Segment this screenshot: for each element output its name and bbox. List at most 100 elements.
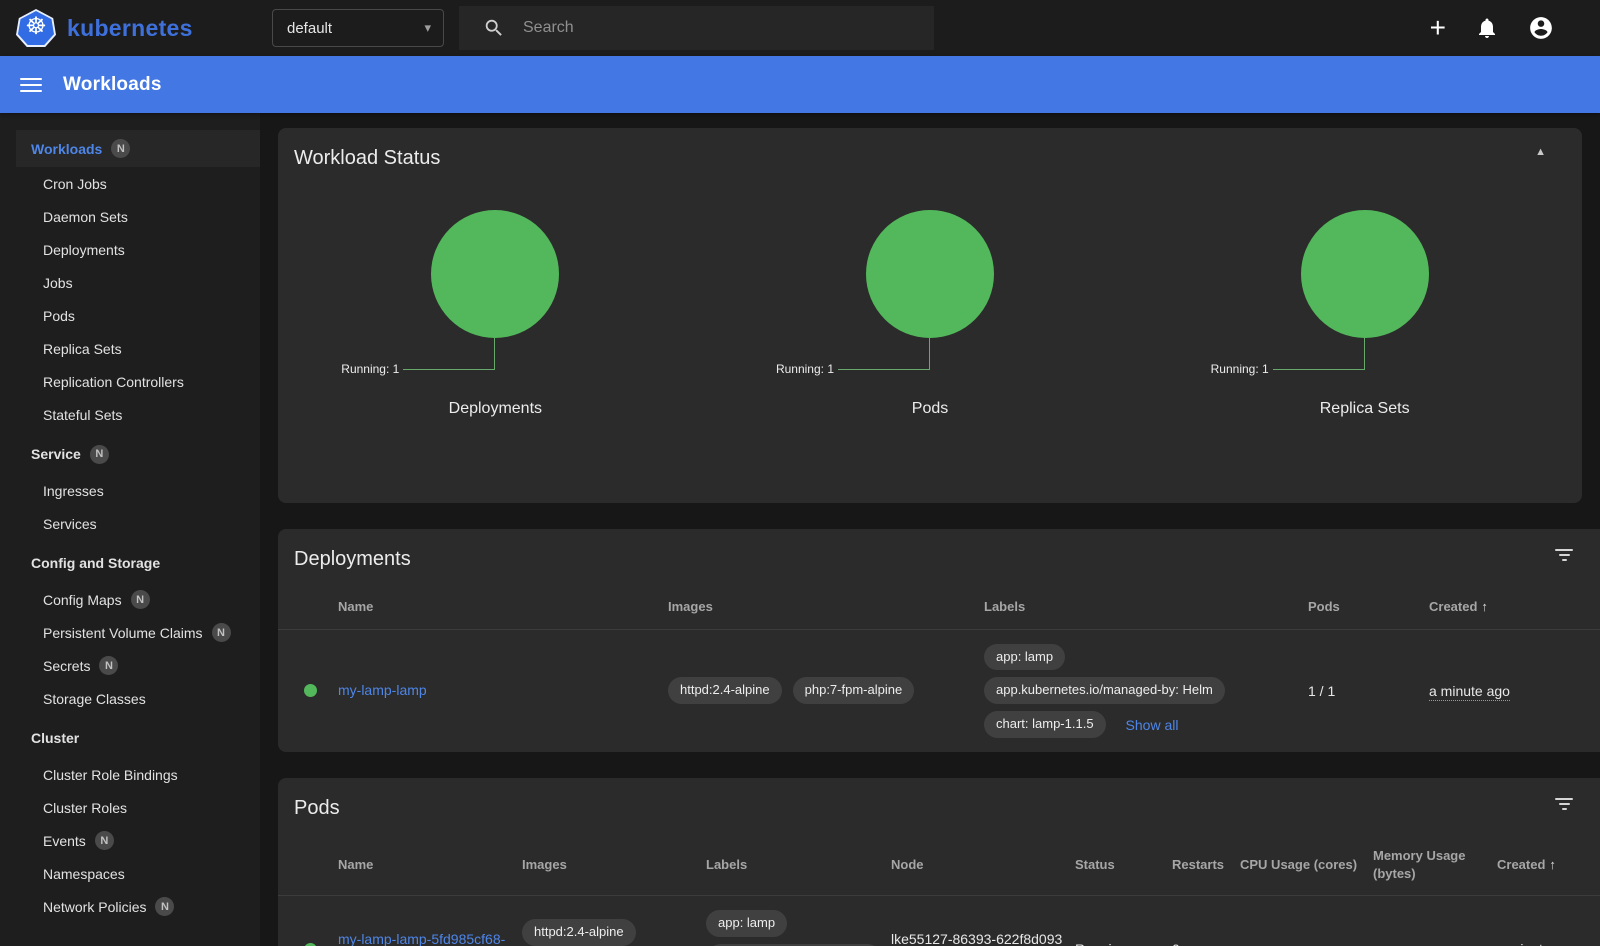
filter-list-icon[interactable]: [1551, 794, 1577, 814]
sidebar-item-replication-controllers[interactable]: Replication Controllers: [0, 365, 260, 398]
status-ok-icon: [304, 684, 317, 697]
pods-title: Pods: [294, 797, 340, 820]
page-toolbar: Workloads: [0, 56, 1600, 113]
sidebar-item-label: Deployments: [43, 242, 125, 258]
workload-chart-pods: Running: 1Pods: [713, 210, 1148, 440]
account-circle-icon[interactable]: [1528, 15, 1554, 41]
column-header-restarts[interactable]: Restarts: [1172, 843, 1240, 887]
label-chip: app: lamp: [984, 644, 1065, 671]
pie-chart-pods: [866, 210, 994, 338]
hamburger-menu-icon[interactable]: [20, 78, 42, 92]
sidebar-item-cluster-role-bindings[interactable]: Cluster Role Bindings: [0, 758, 260, 791]
workload-chart-replica-sets: Running: 1Replica Sets: [1147, 210, 1582, 440]
restarts-cell: 0: [1172, 927, 1240, 946]
column-header-memory-usage-bytes[interactable]: Memory Usage (bytes): [1373, 834, 1497, 895]
sidebar-item-config-and-storage[interactable]: Config and Storage: [0, 543, 260, 583]
status-cell: [278, 670, 338, 711]
search-icon: [483, 17, 505, 39]
memory-usage-cell: -: [1373, 927, 1497, 946]
sidebar-item-replica-sets[interactable]: Replica Sets: [0, 332, 260, 365]
labels-cell: app: lamppod-template-hash: 5fd985cf68: [706, 896, 891, 946]
column-header-pods[interactable]: Pods: [1308, 585, 1429, 629]
sidebar-item-label: Service: [31, 446, 81, 462]
column-header-node[interactable]: Node: [891, 843, 1075, 887]
sidebar-item-daemon-sets[interactable]: Daemon Sets: [0, 200, 260, 233]
sidebar-item-deployments[interactable]: Deployments: [0, 233, 260, 266]
namespace-selector[interactable]: default ▾: [272, 9, 444, 47]
workload-status-charts: Running: 1DeploymentsRunning: 1PodsRunni…: [278, 184, 1582, 440]
create-resource-button[interactable]: +: [1430, 16, 1446, 40]
sidebar-item-label: Namespaces: [43, 866, 125, 882]
sidebar-item-persistent-volume-claims[interactable]: Persistent Volume Claims N: [0, 616, 260, 649]
kubernetes-dashboard: ☸ kubernetes default ▾ + Workloads: [0, 0, 1600, 946]
callout-line: [1364, 338, 1365, 370]
sidebar-item-workloads[interactable]: WorkloadsN: [16, 130, 260, 167]
search-bar[interactable]: [459, 6, 934, 50]
sidebar-item-label: Pods: [43, 308, 75, 324]
brand-home-link[interactable]: ☸ kubernetes: [0, 9, 272, 47]
workload-chart-deployments: Running: 1Deployments: [278, 210, 713, 440]
filter-list-icon[interactable]: [1551, 545, 1577, 565]
sidebar-item-service[interactable]: ServiceN: [0, 434, 260, 474]
new-badge: N: [212, 623, 231, 642]
label-chip: chart: lamp-1.1.5: [984, 711, 1106, 738]
column-header-created[interactable]: Created↑: [1497, 843, 1600, 887]
sidebar-item-network-policies[interactable]: Network PoliciesN: [0, 890, 260, 923]
deployment-name-link[interactable]: my-lamp-lamp: [338, 681, 427, 700]
sidebar-item-label: Events: [43, 833, 86, 849]
callout-line: [838, 369, 930, 370]
sidebar-item-cluster[interactable]: Cluster: [0, 718, 260, 758]
sidebar-item-label: Replica Sets: [43, 341, 122, 357]
created-cell: a minute ago: [1429, 669, 1600, 713]
show-all-link[interactable]: Show all: [1126, 717, 1179, 733]
sidebar-item-label: Ingresses: [43, 483, 104, 499]
chart-title: Deployments: [345, 400, 645, 418]
column-header-images[interactable]: Images: [522, 843, 706, 887]
sidebar-item-ingresses[interactable]: Ingresses: [0, 474, 260, 507]
sidebar-item-cluster-roles[interactable]: Cluster Roles: [0, 791, 260, 824]
callout-line: [403, 369, 495, 370]
sidebar-item-storage-classes[interactable]: Storage Classes: [0, 682, 260, 715]
sidebar-item-jobs[interactable]: Jobs: [0, 266, 260, 299]
labels-cell: app: lampapp.kubernetes.io/managed-by: H…: [984, 630, 1308, 753]
workload-status-title: Workload Status: [294, 147, 440, 170]
created-cell: a minute ago: [1497, 927, 1600, 946]
sidebar-item-services[interactable]: Services: [0, 507, 260, 540]
column-header-cpu-usage-cores[interactable]: CPU Usage (cores): [1240, 843, 1373, 887]
notifications-bell-icon[interactable]: [1475, 16, 1499, 40]
column-header-created[interactable]: Created↑: [1429, 585, 1600, 629]
column-header-labels[interactable]: Labels: [984, 585, 1308, 629]
sidebar-item-label: Network Policies: [43, 899, 146, 915]
sidebar-item-pods[interactable]: Pods: [0, 299, 260, 332]
sidebar-item-label: Cron Jobs: [43, 176, 107, 192]
topbar-actions: +: [1430, 15, 1554, 41]
sidebar-item-label: Persistent Volume Claims: [43, 625, 203, 641]
deployments-table: NameImagesLabelsPodsCreated↑ my-lamp-lamp…: [278, 585, 1600, 752]
deployment-row: my-lamp-lamphttpd:2.4-alpinephp:7-fpm-al…: [278, 630, 1600, 753]
sidebar-item-stateful-sets[interactable]: Stateful Sets: [0, 398, 260, 431]
pod-name-link[interactable]: my-lamp-lamp-5fd985cf68-jwvz4: [338, 930, 508, 946]
sidebar-item-label: Cluster Roles: [43, 800, 127, 816]
sidebar-item-config-maps[interactable]: Config MapsN: [0, 583, 260, 616]
sidebar-item-secrets[interactable]: SecretsN: [0, 649, 260, 682]
name-cell: my-lamp-lamp: [338, 667, 668, 714]
deployments-title: Deployments: [294, 548, 411, 571]
deployments-card: Deployments NameImagesLabelsPodsCreated↑…: [278, 529, 1600, 752]
sidebar-item-events[interactable]: EventsN: [0, 824, 260, 857]
column-header-labels[interactable]: Labels: [706, 843, 891, 887]
top-app-bar: ☸ kubernetes default ▾ +: [0, 0, 1600, 56]
sidebar-item-label: Config Maps: [43, 592, 122, 608]
created-ago-text: a minute ago: [1429, 683, 1510, 701]
cpu-usage-cell: -: [1240, 927, 1373, 946]
column-header-status[interactable]: Status: [1075, 843, 1172, 887]
collapse-up-icon[interactable]: ▲: [1531, 142, 1550, 162]
column-header-name[interactable]: Name: [338, 585, 668, 629]
chart-title: Replica Sets: [1215, 400, 1515, 418]
sidebar-item-label: Stateful Sets: [43, 407, 122, 423]
column-header-images[interactable]: Images: [668, 585, 984, 629]
sidebar-item-namespaces[interactable]: Namespaces: [0, 857, 260, 890]
image-chip: httpd:2.4-alpine: [668, 677, 782, 704]
search-input[interactable]: [523, 19, 903, 37]
sidebar-item-cron-jobs[interactable]: Cron Jobs: [0, 167, 260, 200]
column-header-name[interactable]: Name: [338, 843, 522, 887]
